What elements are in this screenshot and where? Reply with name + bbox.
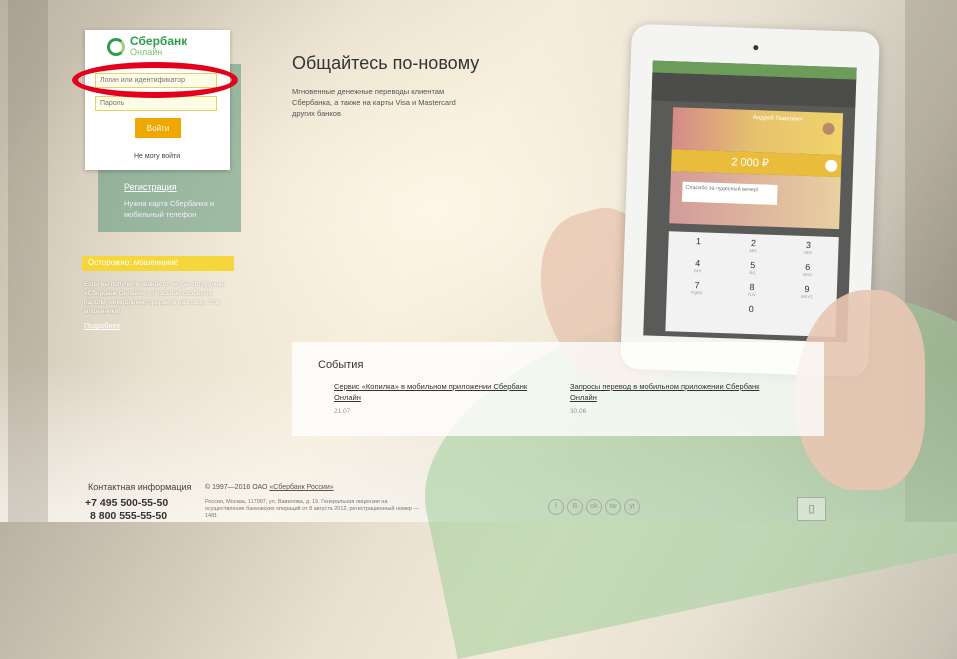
logo-text: Сбербанк Онлайн bbox=[130, 34, 188, 57]
copyright: © 1997—2016 ОАО «Сбербанк России» bbox=[205, 484, 334, 491]
recipient-card: Андрей Павлович bbox=[671, 107, 844, 156]
password-input[interactable] bbox=[95, 96, 217, 111]
social-links: f В ok tw yt bbox=[548, 499, 640, 515]
numeric-keypad: 1 2 ABC 3 DEF 4 GHI 5 JKL 6 MNO 7 PQRS 8 TUV 9W… bbox=[665, 231, 839, 338]
tablet-camera bbox=[753, 45, 759, 51]
facebook-icon[interactable]: f bbox=[548, 499, 564, 515]
odnoklassniki-icon[interactable]: ok bbox=[586, 499, 602, 515]
event-date: 30.06 bbox=[570, 408, 587, 415]
keypad-key: 9 WXYZ bbox=[800, 283, 813, 300]
twitter-icon[interactable]: tw bbox=[605, 499, 621, 515]
keypad-key: 4 GHI bbox=[693, 258, 702, 274]
caution-text: Если вы получили звонок от якобы сотрудн… bbox=[84, 281, 226, 315]
forgot-login-link[interactable]: Не могу войти bbox=[134, 153, 180, 160]
keypad-key: 0 bbox=[748, 304, 754, 315]
phone-secondary: 8 800 555-55-50 bbox=[90, 510, 168, 522]
keypad-key: 7 PQRS bbox=[690, 280, 703, 296]
keypad-key: 2 ABC bbox=[749, 238, 758, 254]
keypad-key: 1 bbox=[695, 236, 702, 247]
phone-primary: +7 495 500-55-50 bbox=[85, 497, 169, 509]
tablet-screen: Андрей Павлович 2 000 ₽ Спасибо за чудес… bbox=[643, 60, 857, 343]
message-area: Спасибо за чудесный вечер! bbox=[669, 171, 841, 230]
events-panel: События Сервис «Копилка» в мобильном при… bbox=[292, 342, 824, 436]
mobile-version-icon[interactable]: ▯ bbox=[797, 497, 826, 521]
logo-subtext: Онлайн bbox=[130, 47, 163, 57]
register-link[interactable]: Регистрация bbox=[124, 182, 177, 192]
caution-title: Осторожно: мошенники! bbox=[82, 256, 234, 271]
app-header bbox=[651, 72, 857, 108]
hero-subtitle: Мгновенные денежные переводы клиентам Сб… bbox=[292, 87, 456, 118]
event-item: Сервис «Копилка» в мобильном приложении … bbox=[334, 381, 534, 417]
confirm-icon bbox=[825, 159, 838, 173]
event-item: Запросы перевод в мобильном приложении С… bbox=[570, 381, 770, 417]
recipient-name: Андрей Павлович bbox=[752, 115, 803, 123]
transfer-amount: 2 000 ₽ bbox=[731, 156, 770, 170]
register-hint: Нужна карта Сбербанка и мобильный телефо… bbox=[124, 199, 215, 219]
caution-more-link[interactable]: Подробнее bbox=[84, 323, 120, 330]
youtube-icon[interactable]: yt bbox=[624, 499, 640, 515]
event-link[interactable]: Сервис «Копилка» в мобильном приложении … bbox=[334, 382, 527, 402]
event-date: 21.07 bbox=[334, 408, 351, 415]
vkontakte-icon[interactable]: В bbox=[567, 499, 583, 515]
events-title: События bbox=[318, 359, 364, 371]
highlight-annotation bbox=[72, 62, 238, 98]
avatar bbox=[822, 122, 835, 135]
keypad-key: 8 TUV bbox=[747, 282, 756, 298]
sberbank-logo[interactable]: Сбербанк Онлайн bbox=[107, 34, 188, 58]
background-column bbox=[8, 0, 48, 522]
keypad-key: 5 JKL bbox=[748, 260, 757, 276]
license-text: Россия, Москва, 117997, ул. Вавилова, д.… bbox=[205, 499, 420, 519]
contacts-label: Контактная информация bbox=[88, 482, 192, 492]
copyright-link[interactable]: «Сбербанк России» bbox=[269, 484, 333, 491]
event-link[interactable]: Запросы перевод в мобильном приложении С… bbox=[570, 382, 759, 402]
keypad-key: 6 MNO bbox=[802, 261, 813, 278]
message-bubble: Спасибо за чудесный вечер! bbox=[681, 181, 778, 205]
login-button[interactable]: Войти bbox=[135, 118, 181, 138]
keypad-key: 3 DEF bbox=[804, 239, 813, 256]
login-card: Сбербанк Онлайн Войти Не могу войти bbox=[85, 30, 230, 170]
sberbank-logo-icon bbox=[107, 38, 125, 56]
hero-title: Общайтесь по-новому bbox=[292, 53, 480, 73]
